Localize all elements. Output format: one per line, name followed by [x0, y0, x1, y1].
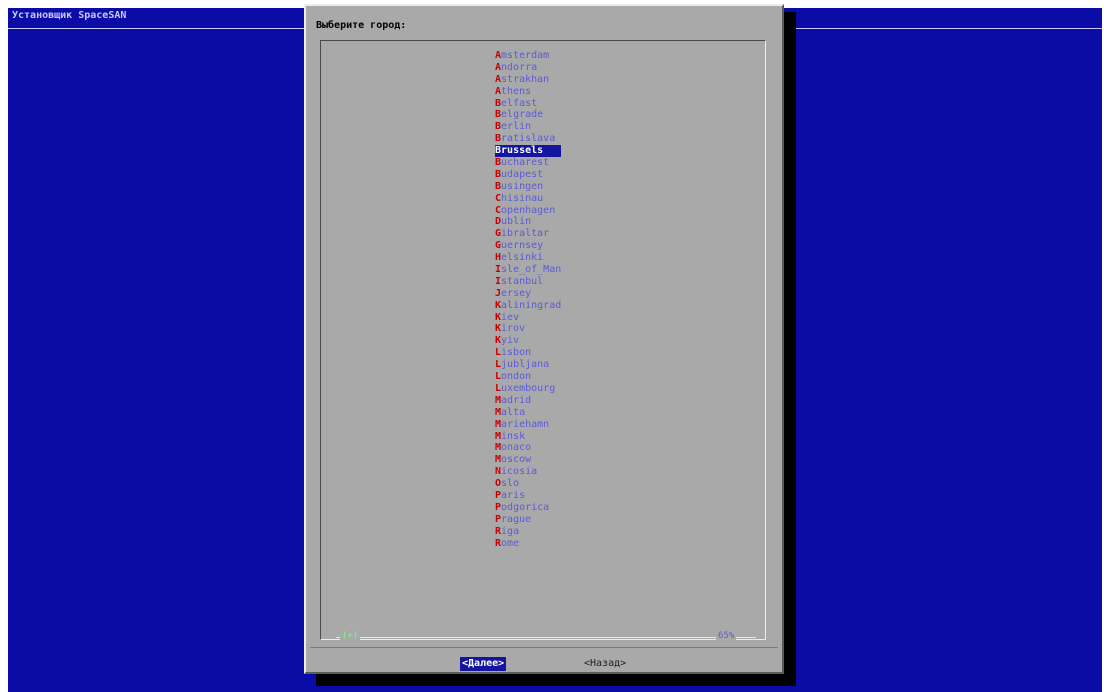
city-item[interactable]: Rome — [495, 538, 561, 550]
city-item[interactable]: Prague — [495, 514, 561, 526]
city-label: stanbul — [501, 275, 544, 287]
city-item[interactable]: Madrid — [495, 395, 561, 407]
city-label: hisinau — [501, 192, 544, 204]
city-item[interactable]: Kaliningrad — [495, 300, 561, 312]
city-item[interactable]: Lisbon — [495, 347, 561, 359]
city-label: slo — [501, 478, 520, 490]
city-label: odgorica — [501, 501, 550, 513]
city-item[interactable]: Jersey — [495, 288, 561, 300]
city-label: ucharest — [501, 157, 550, 169]
city-item[interactable]: Astrakhan — [495, 74, 561, 86]
city-item[interactable]: Budapest — [495, 169, 561, 181]
city-item[interactable]: Oslo — [495, 478, 561, 490]
city-item[interactable]: Berlin — [495, 121, 561, 133]
city-item[interactable]: Copenhagen — [495, 205, 561, 217]
city-item[interactable]: Isle_of_Man — [495, 264, 561, 276]
city-label: thens — [501, 85, 532, 97]
city-label: sle_of_Man — [501, 264, 562, 276]
city-item[interactable]: Gibraltar — [495, 228, 561, 240]
city-label: iev — [501, 311, 520, 323]
dialog-title: Выберите город: — [316, 20, 407, 31]
city-label: isbon — [501, 347, 532, 359]
city-item[interactable]: Moscow — [495, 454, 561, 466]
city-label: uxembourg — [501, 382, 556, 394]
city-label: uernsey — [501, 240, 544, 252]
city-item[interactable]: Brussels — [495, 145, 562, 158]
city-item[interactable]: Helsinki — [495, 252, 561, 264]
city-label: icosia — [501, 466, 538, 478]
city-label: elgrade — [501, 109, 544, 121]
city-label: adrid — [501, 394, 532, 406]
city-item[interactable]: Kiev — [495, 312, 561, 324]
city-item[interactable]: Belfast — [495, 98, 561, 110]
city-item[interactable]: Ljubljana — [495, 359, 561, 371]
city-label: udapest — [501, 168, 544, 180]
city-item[interactable]: Luxembourg — [495, 383, 561, 395]
scroll-track — [336, 637, 756, 638]
city-label: jubljana — [501, 359, 550, 371]
city-label: openhagen — [501, 204, 556, 216]
city-item[interactable]: Dublin — [495, 216, 561, 228]
city-label: ondon — [501, 371, 532, 383]
city-label: msterdam — [501, 50, 550, 61]
city-label: ersey — [501, 287, 532, 299]
city-label: erlin — [501, 121, 532, 133]
city-label: ratislava — [501, 133, 556, 145]
city-label: strakhan — [501, 73, 550, 85]
city-label: yiv — [501, 335, 520, 347]
next-button[interactable]: <Далее> — [460, 657, 507, 671]
city-label: ndorra — [501, 61, 538, 73]
city-item[interactable]: London — [495, 371, 561, 383]
city-item[interactable]: Istanbul — [495, 276, 561, 288]
city-label: oscow — [501, 454, 532, 466]
city-label: russels — [501, 145, 544, 157]
scroll-percent: 65% — [716, 631, 737, 641]
city-item[interactable]: Malta — [495, 407, 561, 419]
city-item[interactable]: Chisinau — [495, 193, 561, 205]
city-select-dialog: Выберите город: Amsterdam Andorra Astrakha… — [304, 4, 784, 674]
city-label: alta — [501, 406, 526, 418]
city-label: ublin — [501, 216, 532, 228]
city-item[interactable]: Andorra — [495, 62, 561, 74]
city-label: aris — [501, 489, 526, 501]
city-label: insk — [501, 430, 526, 442]
city-item[interactable]: Amsterdam — [495, 50, 561, 62]
scroll-indicator-left: (+) — [340, 631, 361, 641]
city-item[interactable]: Bratislava — [495, 133, 561, 145]
city-item[interactable]: Minsk — [495, 431, 561, 443]
city-label: elsinki — [501, 252, 544, 264]
button-divider — [310, 647, 778, 648]
city-item[interactable]: Podgorica — [495, 502, 561, 514]
city-label: usingen — [501, 180, 544, 192]
city-list: Amsterdam Andorra Astrakhan Athens Belfast Be… — [495, 50, 562, 550]
city-item[interactable]: Mariehamn — [495, 419, 561, 431]
city-label: irov — [501, 323, 526, 335]
city-item[interactable]: Kyiv — [495, 335, 561, 347]
city-item[interactable]: Kirov — [495, 323, 561, 335]
city-label: rague — [501, 513, 532, 525]
city-listbox[interactable]: Amsterdam Andorra Astrakhan Athens Belfast Be… — [320, 40, 766, 640]
city-label: ome — [501, 537, 520, 549]
city-item[interactable]: Busingen — [495, 181, 561, 193]
city-label: ariehamn — [501, 418, 550, 430]
city-item[interactable]: Nicosia — [495, 466, 561, 478]
city-label: onaco — [501, 442, 532, 454]
app-title: Установщик SpaceSAN — [12, 10, 127, 21]
back-button[interactable]: <Назад> — [582, 657, 628, 671]
city-label: ibraltar — [501, 228, 550, 240]
city-item[interactable]: Athens — [495, 86, 561, 98]
city-label: elfast — [501, 97, 538, 109]
city-label: iga — [501, 525, 520, 537]
city-label: aliningrad — [501, 299, 562, 311]
city-item[interactable]: Monaco — [495, 442, 561, 454]
city-item[interactable]: Paris — [495, 490, 561, 502]
city-item[interactable]: Bucharest — [495, 157, 561, 169]
city-item[interactable]: Riga — [495, 526, 561, 538]
city-item[interactable]: Guernsey — [495, 240, 561, 252]
city-item[interactable]: Belgrade — [495, 109, 561, 121]
